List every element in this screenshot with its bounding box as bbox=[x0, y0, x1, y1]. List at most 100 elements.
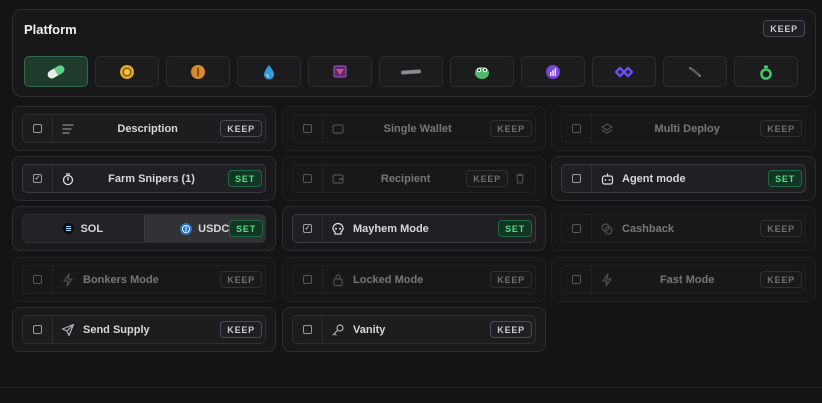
option-agent-mode: Agent mode SET bbox=[551, 156, 816, 201]
coins-icon bbox=[601, 222, 613, 235]
recipient-label: Recipient bbox=[380, 172, 431, 185]
currency-usdc-option[interactable]: USDC SET bbox=[143, 215, 265, 242]
vanity-label: Vanity bbox=[353, 323, 386, 336]
recipient-keep-badge[interactable]: KEEP bbox=[466, 170, 508, 187]
send-supply-control[interactable]: Send Supply KEEP bbox=[22, 315, 266, 344]
description-label: Description bbox=[117, 122, 178, 135]
mayhem-mode-label: Mayhem Mode bbox=[353, 222, 429, 235]
agent-mode-control[interactable]: Agent mode SET bbox=[561, 164, 806, 193]
currency-sol-option[interactable]: SOL bbox=[23, 215, 144, 242]
cashback-label: Cashback bbox=[622, 222, 674, 235]
description-checkbox[interactable] bbox=[33, 124, 42, 133]
layers-icon bbox=[601, 122, 613, 134]
description-keep-badge[interactable]: KEEP bbox=[220, 120, 262, 137]
lightning-icon bbox=[63, 272, 73, 287]
bonkers-mode-control[interactable]: Bonkers Mode KEEP bbox=[22, 265, 266, 294]
option-recipient: Recipient KEEP bbox=[282, 156, 546, 201]
text-lines-icon bbox=[62, 123, 74, 134]
trash-icon[interactable] bbox=[515, 173, 525, 184]
platform-option-shield-logo[interactable] bbox=[308, 56, 372, 87]
vanity-keep-badge[interactable]: KEEP bbox=[490, 321, 532, 338]
cashback-control[interactable]: Cashback KEEP bbox=[561, 214, 806, 243]
option-bonkers-mode: Bonkers Mode KEEP bbox=[12, 257, 276, 302]
send-supply-keep-badge[interactable]: KEEP bbox=[220, 321, 262, 338]
cashback-keep-badge[interactable]: KEEP bbox=[760, 220, 802, 237]
multi-deploy-control[interactable]: Multi Deploy KEEP bbox=[561, 114, 806, 143]
green-bag-icon bbox=[760, 65, 772, 80]
robot-icon bbox=[601, 173, 613, 185]
option-cashback: Cashback KEEP bbox=[551, 206, 816, 251]
locked-mode-label: Locked Mode bbox=[353, 273, 424, 286]
key-icon bbox=[332, 323, 344, 336]
platform-title: Platform bbox=[24, 22, 77, 37]
farm-snipers-checkbox[interactable]: ✓ bbox=[33, 174, 42, 183]
platform-keep-badge[interactable]: KEEP bbox=[763, 20, 805, 37]
locked-mode-checkbox[interactable] bbox=[303, 275, 312, 284]
usdc-icon bbox=[180, 222, 193, 235]
fast-mode-keep-badge[interactable]: KEEP bbox=[760, 271, 802, 288]
bottom-divider bbox=[0, 387, 822, 388]
mayhem-mode-control[interactable]: ✓ Mayhem Mode SET bbox=[292, 214, 536, 243]
wallet-card-icon bbox=[332, 173, 344, 184]
infinity-icon bbox=[614, 66, 634, 77]
currency-usdc-label: USDC bbox=[198, 222, 230, 235]
description-control[interactable]: Description KEEP bbox=[22, 114, 266, 143]
purple-chart-icon bbox=[546, 64, 560, 79]
locked-mode-control[interactable]: Locked Mode KEEP bbox=[292, 265, 536, 294]
platform-option-bronze-coin[interactable] bbox=[166, 56, 230, 87]
platform-panel: Platform KEEP bbox=[12, 9, 816, 97]
farm-snipers-control[interactable]: ✓ Farm Snipers (1) SET bbox=[22, 164, 266, 193]
mayhem-mode-checkbox[interactable]: ✓ bbox=[303, 224, 312, 233]
platform-option-purple-chart[interactable] bbox=[521, 56, 585, 87]
stopwatch-icon bbox=[62, 172, 74, 185]
bonkers-mode-checkbox[interactable] bbox=[33, 275, 42, 284]
platform-option-feather[interactable] bbox=[663, 56, 727, 87]
platform-option-green-bag[interactable] bbox=[734, 56, 798, 87]
option-currency: SOL USDC SET bbox=[12, 206, 276, 251]
vanity-control[interactable]: Vanity KEEP bbox=[292, 315, 536, 344]
recipient-checkbox[interactable] bbox=[303, 174, 312, 183]
platform-options bbox=[24, 56, 798, 87]
multi-deploy-label: Multi Deploy bbox=[654, 122, 720, 135]
currency-set-badge[interactable]: SET bbox=[229, 220, 263, 237]
shield-logo-icon bbox=[333, 65, 347, 77]
bonkers-mode-keep-badge[interactable]: KEEP bbox=[220, 271, 262, 288]
platform-option-infinity[interactable] bbox=[592, 56, 656, 87]
single-wallet-checkbox[interactable] bbox=[303, 124, 312, 133]
farm-snipers-set-badge[interactable]: SET bbox=[228, 170, 262, 187]
send-supply-label: Send Supply bbox=[83, 323, 150, 336]
multi-deploy-checkbox[interactable] bbox=[572, 124, 581, 133]
fast-mode-control[interactable]: Fast Mode KEEP bbox=[561, 265, 806, 294]
feather-icon bbox=[689, 66, 701, 77]
platform-option-bar-logo[interactable] bbox=[379, 56, 443, 87]
farm-snipers-label: Farm Snipers (1) bbox=[108, 172, 195, 185]
single-wallet-control[interactable]: Single Wallet KEEP bbox=[292, 114, 536, 143]
gold-coin-icon bbox=[120, 64, 134, 79]
platform-option-droplet[interactable] bbox=[237, 56, 301, 87]
platform-option-pill[interactable] bbox=[24, 56, 88, 87]
droplet-icon bbox=[264, 64, 274, 79]
option-fast-mode: Fast Mode KEEP bbox=[551, 257, 816, 302]
platform-option-frog[interactable] bbox=[450, 56, 514, 87]
locked-mode-keep-badge[interactable]: KEEP bbox=[490, 271, 532, 288]
multi-deploy-keep-badge[interactable]: KEEP bbox=[760, 120, 802, 137]
bonkers-mode-label: Bonkers Mode bbox=[83, 273, 159, 286]
cashback-checkbox[interactable] bbox=[572, 224, 581, 233]
bronze-coin-icon bbox=[191, 64, 205, 79]
single-wallet-label: Single Wallet bbox=[383, 122, 452, 135]
option-farm-snipers: ✓ Farm Snipers (1) SET bbox=[12, 156, 276, 201]
bar-logo-icon bbox=[401, 68, 421, 75]
single-wallet-keep-badge[interactable]: KEEP bbox=[490, 120, 532, 137]
vanity-checkbox[interactable] bbox=[303, 325, 312, 334]
platform-option-gold-coin[interactable] bbox=[95, 56, 159, 87]
agent-mode-set-badge[interactable]: SET bbox=[768, 170, 802, 187]
pill-icon bbox=[47, 65, 65, 78]
fast-mode-checkbox[interactable] bbox=[572, 275, 581, 284]
wallet-icon bbox=[332, 123, 344, 134]
mayhem-mode-set-badge[interactable]: SET bbox=[498, 220, 532, 237]
skull-icon bbox=[332, 222, 344, 235]
recipient-control[interactable]: Recipient KEEP bbox=[292, 164, 536, 193]
send-supply-checkbox[interactable] bbox=[33, 325, 42, 334]
option-description: Description KEEP bbox=[12, 106, 276, 151]
agent-mode-checkbox[interactable] bbox=[572, 174, 581, 183]
